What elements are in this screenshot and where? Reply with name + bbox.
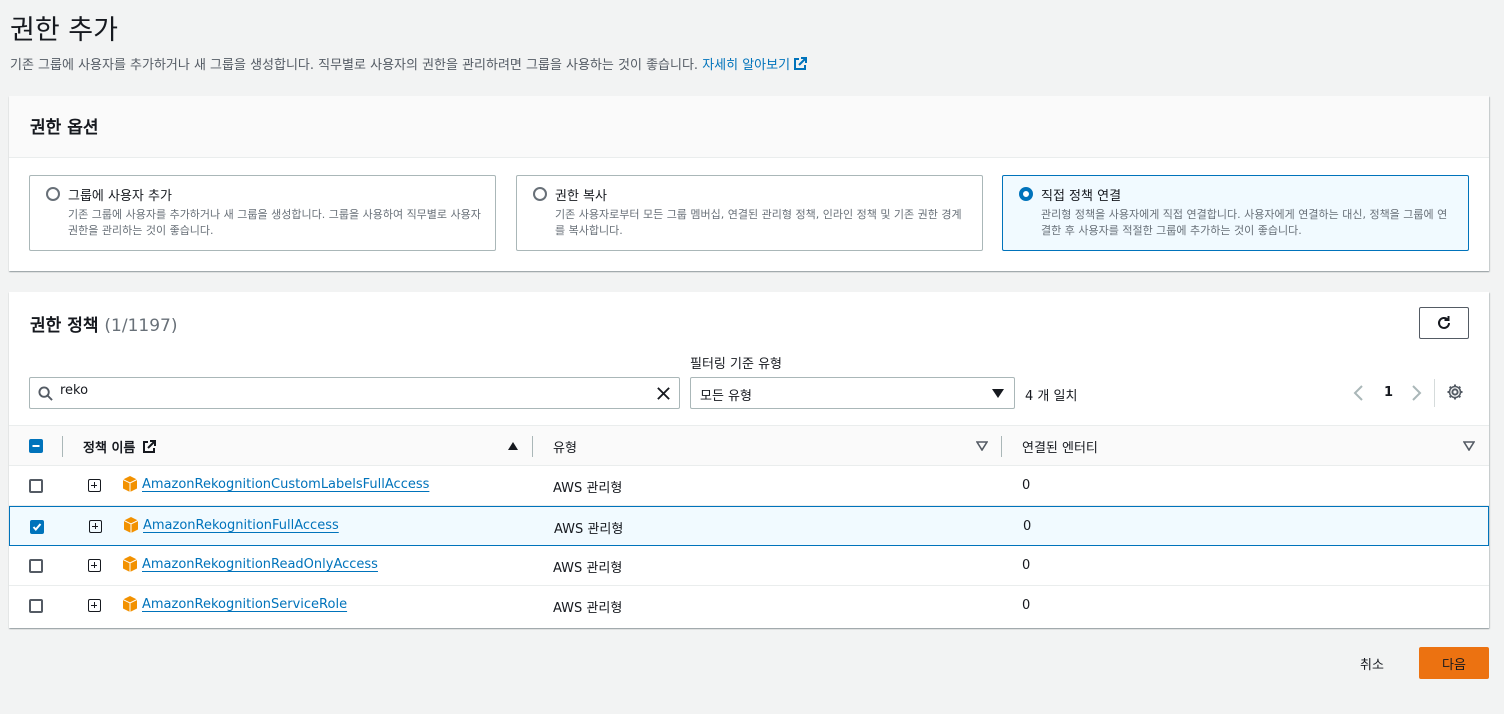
refresh-icon [1438, 316, 1450, 329]
search-icon [38, 386, 53, 401]
refresh-button[interactable] [1419, 307, 1469, 339]
external-link-icon [142, 440, 156, 453]
option-title: 그룹에 사용자 추가 [68, 189, 172, 204]
row-checkbox[interactable] [29, 599, 43, 613]
radio-copy-permissions[interactable] [533, 187, 547, 201]
attached-entities: 0 [1022, 478, 1031, 493]
match-count: 4 개 일치 [1025, 389, 1078, 404]
next-button[interactable]: 다음 [1419, 647, 1489, 679]
row-checkbox[interactable] [29, 479, 43, 493]
column-type[interactable]: 유형 [553, 437, 577, 456]
policy-type: AWS 관리형 [554, 522, 624, 537]
filter-type-label: 필터링 기준 유형 [690, 357, 782, 372]
option-description: 기존 그룹에 사용자를 추가하거나 새 그룹을 생성합니다. 그룹을 사용하여 … [68, 208, 481, 237]
attached-entities: 0 [1023, 519, 1032, 534]
gear-icon[interactable] [1446, 383, 1464, 401]
table-row[interactable]: AmazonRekognitionFullAccess AWS 관리형 0 [9, 506, 1489, 546]
sort-ascending-icon[interactable] [507, 441, 519, 451]
column-divider [62, 436, 63, 457]
option-title: 직접 정책 연결 [1041, 189, 1122, 204]
option-description: 관리형 정책을 사용자에게 직접 연결합니다. 사용자에게 연결하는 대신, 정… [1041, 208, 1448, 237]
policies-title: 권한 정책 (1/1197) [30, 311, 177, 336]
minus-icon [32, 445, 40, 447]
permission-options-header: 권한 옵션 [9, 96, 1489, 158]
column-divider [532, 436, 533, 457]
attached-entities: 0 [1022, 558, 1031, 573]
subtitle-text: 기존 그룹에 사용자를 추가하거나 새 그룹을 생성합니다. 직무별로 사용자의… [10, 58, 699, 73]
caret-down-icon [992, 389, 1004, 398]
policy-type: AWS 관리형 [553, 601, 623, 616]
radio-add-to-group[interactable] [46, 187, 60, 201]
permission-policies-panel: 권한 정책 (1/1197) 필터링 기준 유형 모든 유형 4 개 일치 1 … [9, 292, 1489, 628]
option-copy-permissions[interactable]: 권한 복사 기존 사용자로부터 모든 그룹 멤버십, 연결된 관리형 정책, 인… [516, 175, 983, 251]
row-checkbox[interactable] [29, 559, 43, 573]
policy-type: AWS 관리형 [553, 561, 623, 576]
policy-name-link[interactable]: AmazonRekognitionFullAccess [143, 518, 339, 533]
search-input[interactable] [60, 383, 640, 398]
type-filter-value: 모든 유형 [700, 389, 752, 404]
aws-managed-cube-icon [122, 556, 138, 572]
option-add-to-group[interactable]: 그룹에 사용자 추가 기존 그룹에 사용자를 추가하거나 새 그룹을 생성합니다… [29, 175, 496, 251]
sort-icon[interactable] [1463, 441, 1475, 451]
select-all-checkbox[interactable] [29, 439, 43, 453]
page-subtitle: 기존 그룹에 사용자를 추가하거나 새 그룹을 생성합니다. 직무별로 사용자의… [10, 54, 808, 73]
column-divider [1001, 436, 1002, 457]
aws-managed-cube-icon [122, 476, 138, 492]
column-policy-name-label: 정책 이름 [83, 441, 136, 456]
option-description: 기존 사용자로부터 모든 그룹 멤버십, 연결된 관리형 정책, 인라인 정책 … [555, 208, 962, 237]
pager-divider [1434, 379, 1435, 407]
table-row[interactable]: AmazonRekognitionCustomLabelsFullAccess … [9, 466, 1489, 506]
expand-icon[interactable] [88, 479, 101, 492]
radio-attach-policies-directly[interactable] [1019, 187, 1033, 201]
attached-entities: 0 [1022, 598, 1031, 613]
chevron-right-icon[interactable] [1409, 384, 1423, 402]
checkmark-icon [32, 523, 42, 532]
table-row[interactable]: AmazonRekognitionReadOnlyAccess AWS 관리형 … [9, 546, 1489, 586]
external-link-icon [794, 57, 808, 70]
learn-more-link[interactable]: 자세히 알아보기 [702, 57, 808, 73]
learn-more-label: 자세히 알아보기 [702, 58, 791, 73]
table-row[interactable]: AmazonRekognitionServiceRole AWS 관리형 0 [9, 586, 1489, 626]
aws-managed-cube-icon [122, 596, 138, 612]
policy-search-box[interactable] [29, 377, 680, 409]
aws-managed-cube-icon [123, 517, 139, 533]
chevron-left-icon[interactable] [1352, 384, 1366, 402]
column-attached-entities[interactable]: 연결된 엔터티 [1022, 437, 1098, 456]
policy-name-link[interactable]: AmazonRekognitionReadOnlyAccess [142, 557, 378, 572]
policy-name-link[interactable]: AmazonRekognitionServiceRole [142, 597, 347, 612]
page-number[interactable]: 1 [1384, 385, 1393, 400]
permission-options-panel: 권한 옵션 그룹에 사용자 추가 기존 그룹에 사용자를 추가하거나 새 그룹을… [9, 96, 1489, 271]
policy-type: AWS 관리형 [553, 481, 623, 496]
expand-icon[interactable] [89, 520, 102, 533]
cancel-button[interactable]: 취소 [1352, 647, 1392, 679]
sort-icon[interactable] [976, 441, 988, 451]
policies-table: 정책 이름 유형 연결된 엔터티 AmazonRekognitionCustom… [9, 425, 1489, 626]
policies-title-text: 권한 정책 [30, 316, 99, 336]
expand-icon[interactable] [88, 599, 101, 612]
option-title: 권한 복사 [555, 189, 607, 204]
row-checkbox[interactable] [30, 520, 44, 534]
type-filter-select[interactable]: 모든 유형 [690, 377, 1015, 409]
page-title: 권한 추가 [10, 15, 118, 46]
expand-icon[interactable] [88, 559, 101, 572]
table-header: 정책 이름 유형 연결된 엔터티 [9, 425, 1489, 466]
column-policy-name[interactable]: 정책 이름 [83, 437, 156, 456]
clear-icon[interactable] [656, 386, 671, 401]
policy-name-link[interactable]: AmazonRekognitionCustomLabelsFullAccess [142, 477, 429, 492]
option-attach-policies-directly[interactable]: 직접 정책 연결 관리형 정책을 사용자에게 직접 연결합니다. 사용자에게 연… [1002, 175, 1469, 251]
policies-count: (1/1197) [104, 316, 178, 336]
